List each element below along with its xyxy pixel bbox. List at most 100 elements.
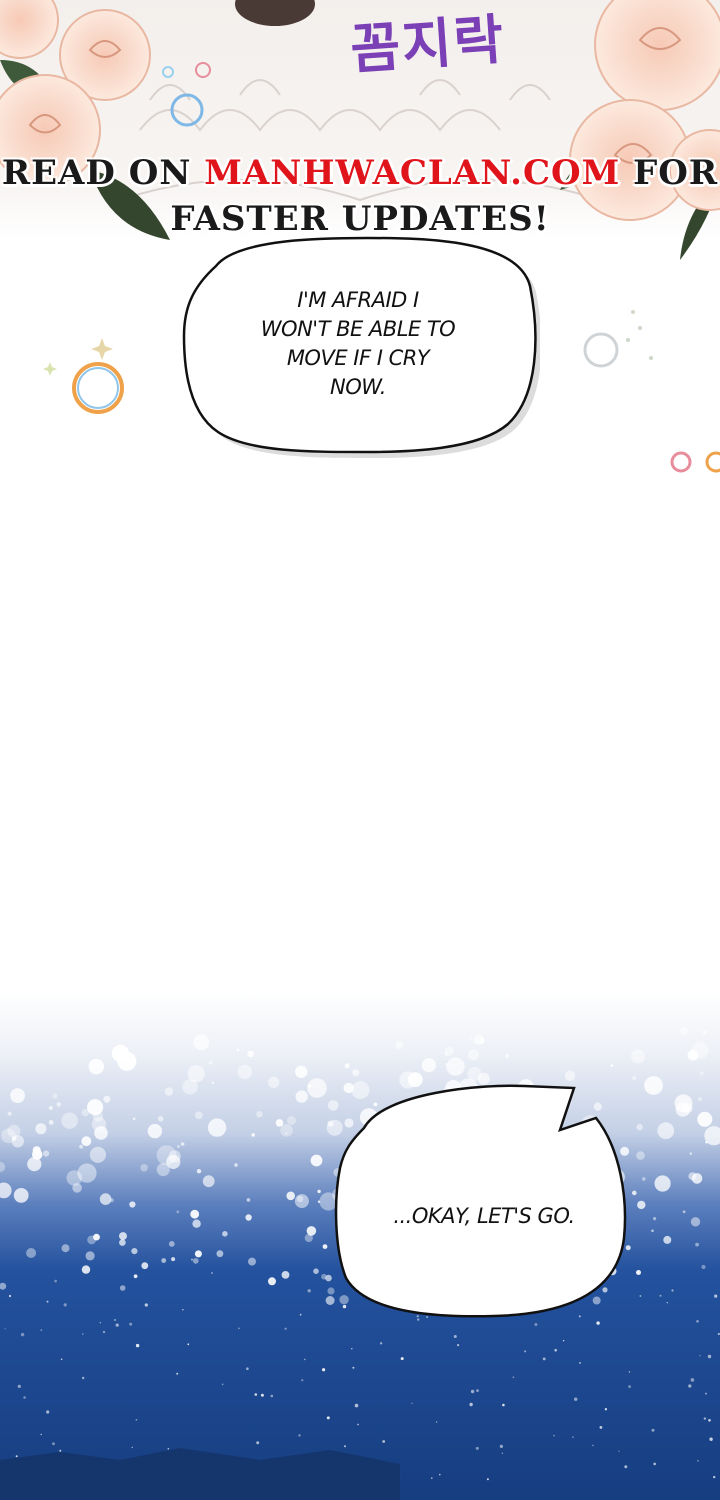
star-dot xyxy=(352,1366,355,1369)
speech-line: I'M AFRAID I xyxy=(297,288,419,312)
sparkle-dot xyxy=(690,1217,701,1227)
watermark-prefix: READ ON xyxy=(1,153,205,193)
star-dot xyxy=(46,1410,50,1414)
sparkle-dot xyxy=(296,1195,304,1202)
star-dot xyxy=(653,1462,656,1466)
sparkle-dot xyxy=(280,1124,293,1137)
sparkle-dot xyxy=(88,1058,105,1075)
sparkle-dot xyxy=(129,1201,136,1208)
sparkle-dot xyxy=(43,1150,50,1157)
star-dot xyxy=(708,1419,711,1422)
sparkle-dot xyxy=(196,1169,202,1174)
sparkle-dot xyxy=(193,1258,199,1264)
star-dot xyxy=(703,1417,707,1420)
star-dot xyxy=(238,1327,240,1329)
star-dot xyxy=(379,1342,383,1345)
star-dot xyxy=(599,1426,603,1429)
sparkle-dot xyxy=(61,1244,70,1253)
star-dot xyxy=(639,1295,642,1297)
star-dot xyxy=(187,1343,190,1346)
sparkle-dot xyxy=(99,1193,112,1205)
sparkle-dot xyxy=(295,1065,308,1078)
star-dot xyxy=(23,1396,26,1399)
sparkle-dot xyxy=(32,1146,41,1155)
sparkle-dot xyxy=(352,1069,360,1077)
sparkle-dot xyxy=(281,1271,290,1279)
sparkle-dot xyxy=(180,1142,185,1146)
star-dot xyxy=(246,1367,249,1370)
star-dot xyxy=(512,1376,515,1379)
watermark-site-link[interactable]: MANHWACLAN.COM xyxy=(204,153,620,193)
star-dot xyxy=(709,1437,713,1441)
sparkle-dot xyxy=(109,1198,114,1203)
star-dot xyxy=(431,1477,433,1479)
sparkle-dot xyxy=(54,1279,57,1283)
star-dot xyxy=(470,1389,475,1394)
sparkle-dot xyxy=(636,1123,643,1131)
sparkle-dot xyxy=(7,1111,12,1116)
sparkle-dot xyxy=(48,1120,54,1125)
star-dot xyxy=(469,1402,473,1407)
star-dot xyxy=(671,1289,674,1292)
star-dot xyxy=(8,1294,12,1298)
sparkle-dot xyxy=(132,1117,136,1121)
sparkle-dot xyxy=(268,1076,280,1088)
star-dot xyxy=(99,1322,102,1324)
star-dot xyxy=(63,1303,67,1307)
sparkle-dot xyxy=(644,1076,663,1095)
star-dot xyxy=(256,1441,260,1445)
star-dot xyxy=(59,1449,62,1452)
star-dot xyxy=(17,1384,21,1388)
star-dot xyxy=(260,1393,264,1397)
sparkle-dot xyxy=(287,1116,296,1125)
sparkle-dot xyxy=(286,1191,296,1201)
star-dot xyxy=(524,1350,527,1353)
speech-line: WON'T BE ABLE TO xyxy=(260,317,456,341)
star-dot xyxy=(579,1362,581,1364)
sparkle-dot xyxy=(636,1151,645,1160)
sparkle-dot xyxy=(687,1049,699,1061)
sparkle-dot xyxy=(1,1128,16,1144)
sparkle-dot xyxy=(313,1268,319,1274)
sparkle-dot xyxy=(701,1264,706,1270)
sparkle-dot xyxy=(208,1060,213,1065)
star-dot xyxy=(572,1436,574,1438)
sparkle-dot xyxy=(251,1133,255,1137)
sparkle-dot xyxy=(247,1050,254,1058)
star-dot xyxy=(618,1450,620,1452)
sparkle-dot xyxy=(691,1173,703,1184)
sparkle-dot xyxy=(682,1210,686,1214)
sparkle-dot xyxy=(141,1262,149,1270)
sparkle-dot xyxy=(663,1235,672,1244)
star-dot xyxy=(435,1421,438,1423)
star-dot xyxy=(40,1329,43,1331)
star-dot xyxy=(60,1358,63,1361)
sparkle-dot xyxy=(191,1258,193,1261)
star-dot xyxy=(82,1333,84,1335)
sparkle-dot xyxy=(705,1141,708,1144)
speech-bubble-2: ...OKAY, LET'S GO. xyxy=(334,1078,634,1326)
sparkle-dot xyxy=(698,1097,703,1101)
sparkle-dot xyxy=(202,1175,215,1188)
star-dot xyxy=(690,1378,695,1382)
sparkle-dot xyxy=(119,1232,127,1241)
star-dot xyxy=(499,1444,503,1448)
sparkle-dot xyxy=(444,1063,448,1066)
sparkle-dot xyxy=(467,1049,479,1061)
sparkle-dot xyxy=(295,1090,308,1103)
star-dot xyxy=(699,1355,701,1357)
star-dot xyxy=(475,1446,479,1450)
star-dot xyxy=(135,1343,140,1348)
star-dot xyxy=(270,1394,274,1398)
sparkle-dot xyxy=(11,1136,17,1141)
sparkle-dot xyxy=(689,1152,693,1155)
star-dot xyxy=(501,1452,504,1454)
star-dot xyxy=(705,1392,707,1395)
sparkle-dot xyxy=(304,1233,313,1243)
star-dot xyxy=(40,1433,42,1436)
sparkle-dot xyxy=(187,1065,205,1083)
sparkle-dot xyxy=(35,1123,47,1135)
star-dot xyxy=(554,1348,557,1352)
sparkle-dot xyxy=(194,1111,203,1120)
star-dot xyxy=(354,1403,359,1408)
